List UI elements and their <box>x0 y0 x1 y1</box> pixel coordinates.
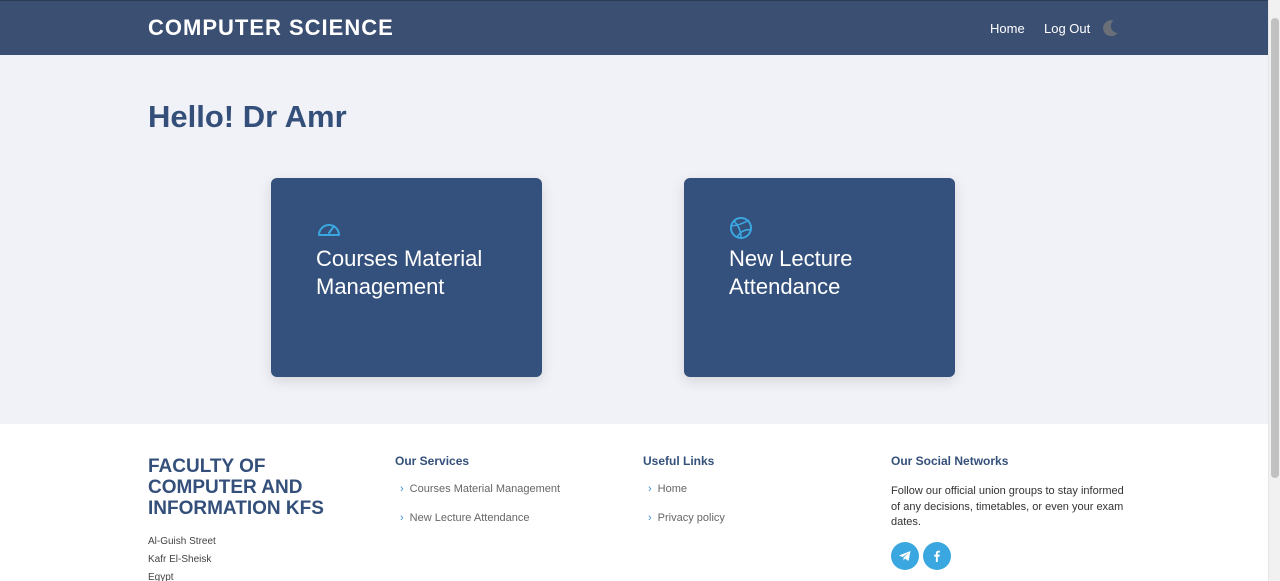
basketball-icon <box>730 217 752 239</box>
facebook-button[interactable] <box>923 542 951 570</box>
main-content: Hello! Dr Amr Courses Material Managemen… <box>0 55 1268 424</box>
services-heading: Our Services <box>395 454 470 468</box>
address-line: Egypt <box>148 572 174 581</box>
social-description: Follow our official union groups to stay… <box>891 485 1124 528</box>
greeting-heading: Hello! Dr Amr <box>148 99 347 134</box>
card-title: New Lecture Attendance <box>729 246 853 299</box>
speedometer-icon <box>318 224 340 236</box>
address-line: Al-Guish Street <box>148 536 216 547</box>
social-heading: Our Social Networks <box>891 454 1009 468</box>
telegram-button[interactable] <box>891 542 919 570</box>
chevron-right-icon: › <box>400 483 404 495</box>
courses-material-card[interactable]: Courses Material Management <box>271 178 542 377</box>
scrollbar-thumb[interactable] <box>1271 18 1279 478</box>
nav-logout-link[interactable]: Log Out <box>1044 21 1090 36</box>
footer-link-home[interactable]: › Home <box>648 483 687 495</box>
lecture-attendance-card[interactable]: New Lecture Attendance <box>684 178 955 377</box>
chevron-right-icon: › <box>648 483 652 495</box>
footer: FACULTY OF COMPUTER AND INFORMATION KFS … <box>0 424 1268 581</box>
telegram-icon <box>899 551 911 561</box>
card-title: Courses Material Management <box>316 246 483 299</box>
top-navbar: COMPUTER SCIENCE Home Log Out <box>0 0 1268 55</box>
chevron-right-icon: › <box>400 512 404 524</box>
address-line: Kafr El-Sheisk <box>148 554 212 565</box>
faculty-title: FACULTY OF COMPUTER AND INFORMATION KFS <box>148 456 324 519</box>
service-link-courses[interactable]: › Courses Material Management <box>400 483 560 495</box>
vertical-scrollbar[interactable] <box>1268 0 1280 581</box>
useful-links-heading: Useful Links <box>643 454 715 468</box>
facebook-icon <box>934 550 940 562</box>
brand-title[interactable]: COMPUTER SCIENCE <box>148 15 394 41</box>
footer-link-privacy[interactable]: › Privacy policy <box>648 512 725 524</box>
nav-home-link[interactable]: Home <box>990 21 1025 36</box>
moon-icon[interactable] <box>1100 18 1120 38</box>
service-link-attendance[interactable]: › New Lecture Attendance <box>400 512 530 524</box>
chevron-right-icon: › <box>648 512 652 524</box>
